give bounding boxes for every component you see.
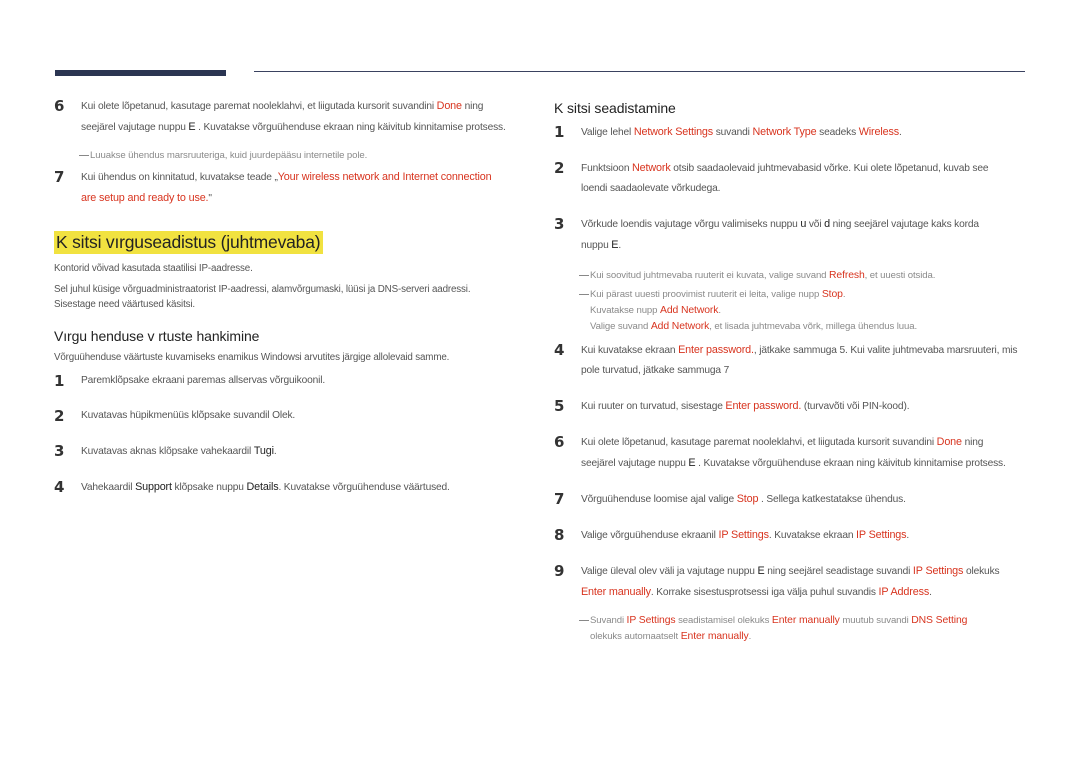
subsection-title: Vırgu henduse v rtuste hankimine <box>54 328 260 344</box>
win-step-2: 2 Kuvatavas hüpikmenüüs klõpsake suvandi… <box>54 407 296 425</box>
header-accent-bar <box>55 70 226 76</box>
header-rule <box>254 71 1025 72</box>
win-step-4: 4 Vahekaardil Support klõpsake nuppu Det… <box>54 478 450 496</box>
note-dash-icon <box>579 620 589 621</box>
manual-step-7: 7 Võrguühenduse loomise ajal valige Stop… <box>554 490 906 508</box>
section-heading-wrap: K sitsi vırguseadistus (juhtmevaba) <box>54 231 524 254</box>
manual-step-2: 2 Funktsioon Network otsib saadaolevaid … <box>554 159 989 194</box>
manual-step-9: 9 Valige üleval olev väli ja vajutage nu… <box>554 562 1000 598</box>
note-stop: Kui pärast uuesti proovimist ruuterit ei… <box>554 287 1029 335</box>
note: Luuakse ühendus marsruuteriga, kuid juur… <box>54 148 524 164</box>
paragraph: Võrguühenduse väärtuste kuvamiseks enami… <box>54 352 450 363</box>
note-dash-icon <box>579 294 589 295</box>
win-step-3: 3 Kuvatavas aknas klõpsake vahekaardil T… <box>54 442 277 460</box>
win-step-1: 1 Paremklõpsake ekraani paremas allserva… <box>54 372 326 390</box>
paragraph: Kontorid võivad kasutada staatilisi IP-a… <box>54 263 253 274</box>
step-number: 7 <box>54 168 65 186</box>
manual-step-8: 8 Valige võrguühenduse ekraanil IP Setti… <box>554 526 910 544</box>
step-6: 6 Kui olete lõpetanud, kasutage paremat … <box>54 97 506 133</box>
note-refresh: Kui soovitud juhtmevaba ruuterit ei kuva… <box>554 268 1029 284</box>
manual-step-3: 3 Võrkude loendis vajutage võrgu valimis… <box>554 215 979 251</box>
left-column: 6 Kui olete lõpetanud, kasutage paremat … <box>54 96 524 498</box>
section-title: K sitsi vırguseadistus (juhtmevaba) <box>54 231 324 254</box>
right-title: K sitsi seadistamine <box>554 100 676 116</box>
note-dns: Suvandi IP Settings seadistamisel olekuk… <box>554 613 1029 645</box>
step-7: 7 Kui ühendus on kinnitatud, kuvatakse t… <box>54 168 492 204</box>
manual-step-5: 5 Kui ruuter on turvatud, sisestage Ente… <box>554 397 910 415</box>
paragraph: Sel juhul küsige võrguadministraatorist … <box>54 284 471 310</box>
manual-step-4: 4 Kui kuvatakse ekraan Enter password., … <box>554 341 1018 376</box>
right-column: K sitsi seadistamine 1 Valige lehel Netw… <box>554 96 1029 645</box>
highlight-done: Done <box>436 100 462 112</box>
manual-step-6: 6 Kui olete lõpetanud, kasutage paremat … <box>554 433 1006 469</box>
manual-step-1: 1 Valige lehel Network Settings suvandi … <box>554 123 902 141</box>
note-dash-icon <box>79 155 89 156</box>
step-number: 6 <box>54 97 65 115</box>
note-dash-icon <box>579 275 589 276</box>
